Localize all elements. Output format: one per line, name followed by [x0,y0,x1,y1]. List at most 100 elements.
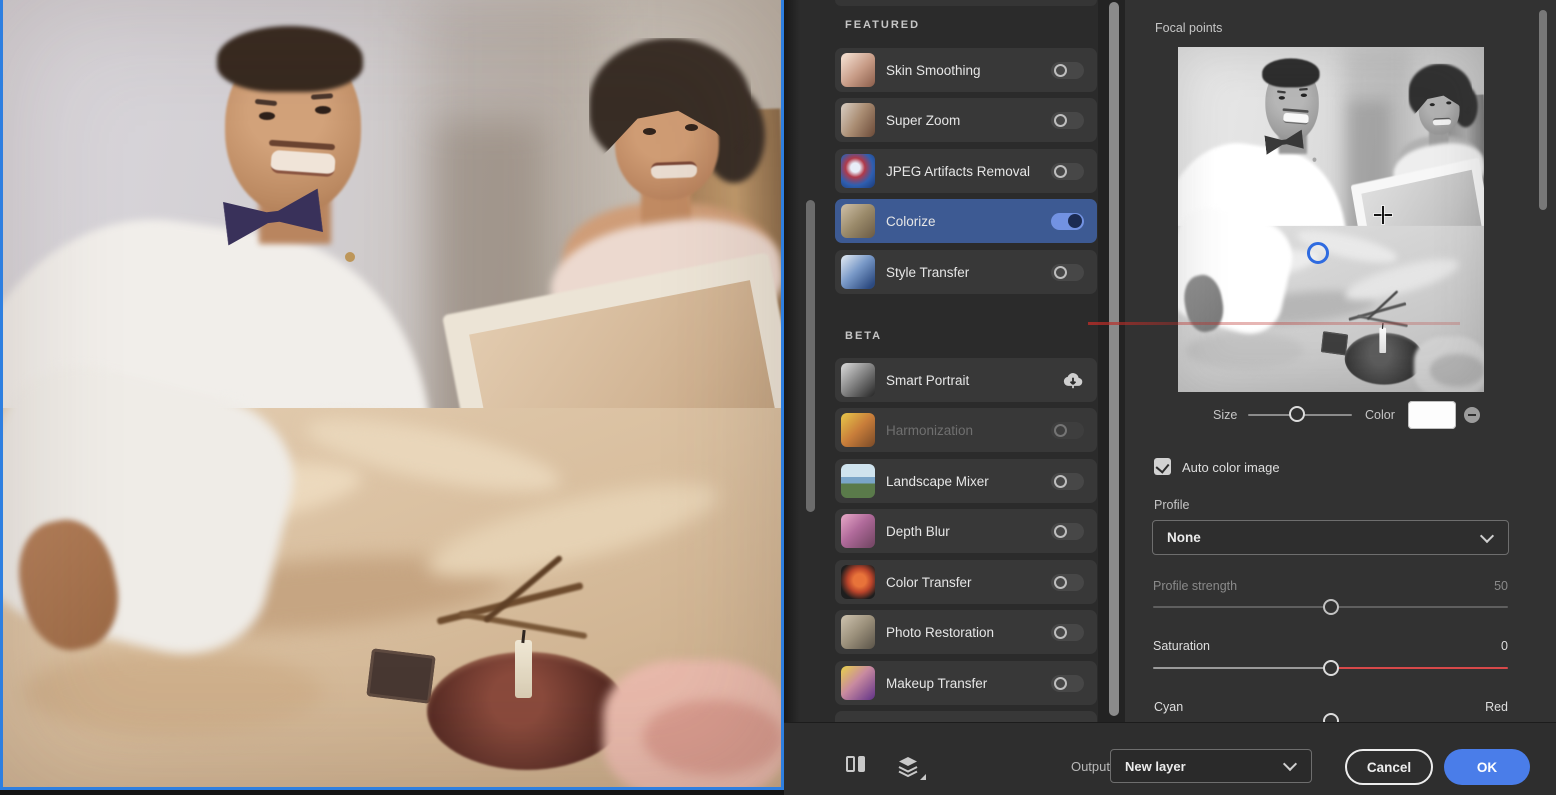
toggle-knob [1054,114,1067,127]
colorize-thumbnail-icon [841,204,875,238]
makeup-transfer-toggle[interactable] [1051,675,1084,692]
filter-label: Photo Restoration [886,625,1051,640]
profile-value: None [1167,530,1482,545]
filters-scrollbar-track [1098,0,1125,722]
profile-strength-value: 50 [1494,579,1508,593]
depth-blur-thumbnail-icon [841,514,875,548]
chevron-down-icon [1480,528,1494,542]
filter-row-skin-smoothing[interactable]: Skin Smoothing [835,48,1097,92]
bw-photo-clone [1178,47,1484,392]
saturation-label: Saturation [1153,639,1210,653]
skin-smoothing-toggle[interactable] [1051,62,1084,79]
toggle-knob [1054,677,1067,690]
photo-shape [3,0,781,787]
output-value: New layer [1125,759,1285,774]
filter-label: Color Transfer [886,575,1051,590]
filter-label: Harmonization [886,423,1051,438]
auto-color-checkbox[interactable] [1154,458,1171,475]
compare-before-after-icon[interactable] [846,756,868,773]
filter-label: Makeup Transfer [886,676,1051,691]
section-header-beta: BETA [845,330,882,342]
size-slider-knob[interactable] [1289,406,1305,422]
colorized-photo [3,0,781,787]
section-header-featured: FEATURED [845,19,920,31]
filter-row-color-transfer[interactable]: Color Transfer [835,560,1097,604]
style-transfer-thumbnail-icon [841,255,875,289]
colorize-toggle[interactable] [1051,213,1084,230]
focal-point-ring[interactable] [1307,242,1329,264]
minus-circle-icon[interactable] [1464,407,1480,423]
chevron-down-icon [1283,757,1297,771]
color-label: Color [1365,408,1395,422]
scrollbar-thumb[interactable] [1109,2,1119,716]
canvas-edge [0,790,784,795]
color-transfer-thumbnail-icon [841,565,875,599]
toggle-knob [1054,626,1067,639]
filter-row-style-transfer[interactable]: Style Transfer [835,250,1097,294]
saturation-track-right[interactable] [1331,667,1508,670]
filter-row-makeup-transfer[interactable]: Makeup Transfer [835,661,1097,705]
cloud-download-icon[interactable] [1062,370,1084,390]
landscape-mixer-thumbnail-icon [841,464,875,498]
saturation-value: 0 [1501,639,1508,653]
filter-row-landscape-mixer[interactable]: Landscape Mixer [835,459,1097,503]
style-transfer-toggle[interactable] [1051,264,1084,281]
landscape-mixer-toggle[interactable] [1051,473,1084,490]
focal-points-preview[interactable] [1178,47,1484,392]
filter-row-jpeg-artifacts-removal[interactable]: JPEG Artifacts Removal [835,149,1097,193]
color-swatch[interactable] [1408,401,1456,429]
filter-row-partial-top [835,0,1097,6]
filters-list-panel: FEATURED Skin Smoothing Super Zoom JPEG Art… [820,0,1098,722]
layers-icon[interactable] [896,756,922,778]
video-artifact-line [1088,322,1460,325]
toggle-knob [1054,525,1067,538]
filter-label: Skin Smoothing [886,63,1051,78]
cancel-button[interactable]: Cancel [1345,749,1433,785]
profile-dropdown[interactable]: None [1152,520,1509,555]
filter-row-partial-bottom[interactable] [835,711,1097,722]
crosshair-cursor [1374,206,1392,224]
output-dropdown[interactable]: New layer [1110,749,1312,783]
toggle-knob [1054,266,1067,279]
toggle-knob [1054,165,1067,178]
color-transfer-toggle[interactable] [1051,574,1084,591]
filter-row-depth-blur[interactable]: Depth Blur [835,509,1097,553]
dialog-footer: Output New layer Cancel OK [784,722,1556,795]
photo-restoration-thumbnail-icon [841,615,875,649]
super-zoom-toggle[interactable] [1051,112,1084,129]
neural-filters-dialog: FEATURED Skin Smoothing Super Zoom JPEG Art… [0,0,1556,795]
red-label: Red [1485,700,1508,714]
dropdown-corner-triangle [920,774,926,780]
photo-shape [1178,47,1484,392]
focal-points-label: Focal points [1155,21,1222,35]
filter-label: Depth Blur [886,524,1051,539]
bw-preview-image [1178,47,1484,392]
filter-row-colorize[interactable]: Colorize [835,199,1097,243]
filter-row-harmonization[interactable]: Harmonization [835,408,1097,452]
saturation-track-left[interactable] [1153,667,1331,669]
toggle-knob [1054,64,1067,77]
saturation-knob[interactable] [1323,660,1339,676]
scrollbar-thumb[interactable] [806,200,815,512]
scrollbar-thumb[interactable] [1539,10,1547,210]
size-label: Size [1213,408,1237,422]
photo-restoration-toggle[interactable] [1051,624,1084,641]
harmonization-toggle[interactable] [1051,422,1084,439]
skin-smoothing-thumbnail-icon [841,53,875,87]
filter-row-smart-portrait[interactable]: Smart Portrait [835,358,1097,402]
filter-row-photo-restoration[interactable]: Photo Restoration [835,610,1097,654]
profile-label: Profile [1154,498,1189,512]
harmonization-thumbnail-icon [841,413,875,447]
depth-blur-toggle[interactable] [1051,523,1084,540]
jpeg-artifacts-removal-thumbnail-icon [841,154,875,188]
ok-button[interactable]: OK [1444,749,1530,785]
filter-label: Landscape Mixer [886,474,1051,489]
toggle-knob [1054,424,1067,437]
profile-strength-knob[interactable] [1323,599,1339,615]
canvas-photo-selection[interactable] [0,0,784,790]
smart-portrait-thumbnail-icon [841,363,875,397]
filter-row-super-zoom[interactable]: Super Zoom [835,98,1097,142]
colorize-settings-panel: Focal points [1125,0,1556,722]
toggle-knob [1054,475,1067,488]
jpeg-artifacts-removal-toggle[interactable] [1051,163,1084,180]
